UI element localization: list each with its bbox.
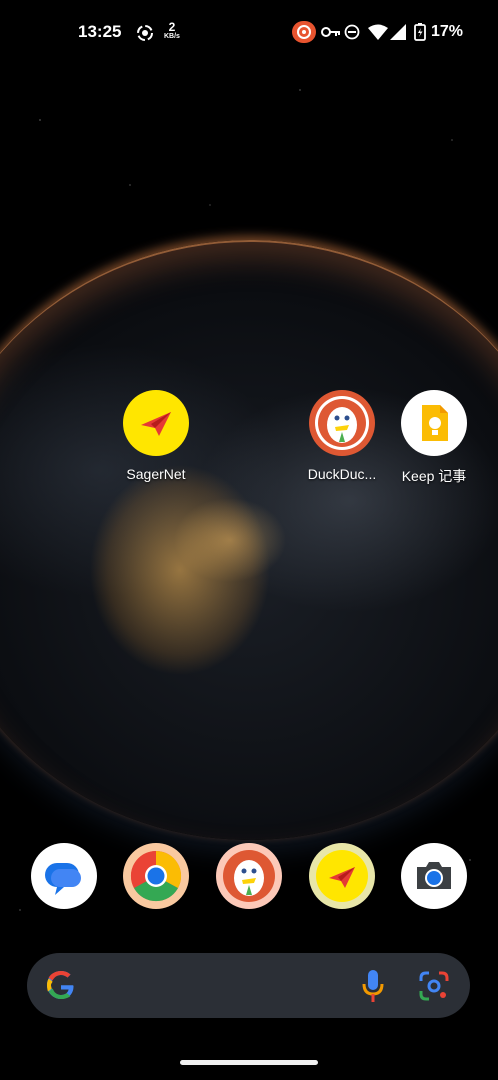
keep-icon — [401, 390, 467, 456]
duckduckgo-icon — [309, 390, 375, 456]
app-label: DuckDuc... — [307, 466, 377, 482]
camera-icon — [401, 843, 467, 909]
battery-percent: 17% — [431, 23, 464, 40]
network-speed-value: 2 — [168, 20, 176, 34]
dock-messages[interactable] — [16, 843, 112, 909]
google-g-icon — [47, 971, 74, 999]
chrome-icon — [123, 843, 189, 909]
messages-icon — [31, 843, 97, 909]
duckduckgo-icon — [216, 843, 282, 909]
wallpaper-earth-rim — [0, 240, 498, 840]
dock-sagernet[interactable] — [294, 843, 390, 909]
app-sagernet[interactable]: SagerNet — [108, 390, 204, 482]
app-label: SagerNet — [126, 466, 186, 482]
dock-chrome[interactable] — [108, 843, 204, 909]
dock-camera[interactable] — [386, 843, 482, 909]
gesture-navigation-handle[interactable] — [180, 1060, 318, 1065]
app-keep[interactable]: Keep 记事 — [386, 390, 482, 486]
signal-icon — [390, 24, 406, 40]
wallpaper — [0, 0, 498, 1080]
google-search-bar[interactable] — [27, 953, 470, 1018]
microphone-icon[interactable] — [361, 969, 385, 1003]
do-not-disturb-icon — [344, 24, 360, 40]
status-time: 13:25 — [78, 22, 122, 41]
app-duckduckgo[interactable]: DuckDuc... — [294, 390, 390, 482]
key-icon — [321, 27, 340, 37]
status-bar: 13:25 2 KB/s 17% — [0, 0, 498, 64]
battery-icon — [414, 23, 426, 41]
network-speed: 2 KB/s — [164, 20, 180, 41]
google-lens-icon[interactable] — [419, 971, 449, 1001]
app-label: Keep 记事 — [401, 468, 467, 484]
wifi-icon — [368, 24, 388, 40]
network-speed-unit: KB/s — [164, 33, 180, 40]
sagernet-icon — [123, 390, 189, 456]
sagernet-icon — [309, 843, 375, 909]
focus-icon — [137, 25, 153, 41]
dock-duckduckgo[interactable] — [201, 843, 297, 909]
vpn-badge-icon — [292, 21, 316, 43]
